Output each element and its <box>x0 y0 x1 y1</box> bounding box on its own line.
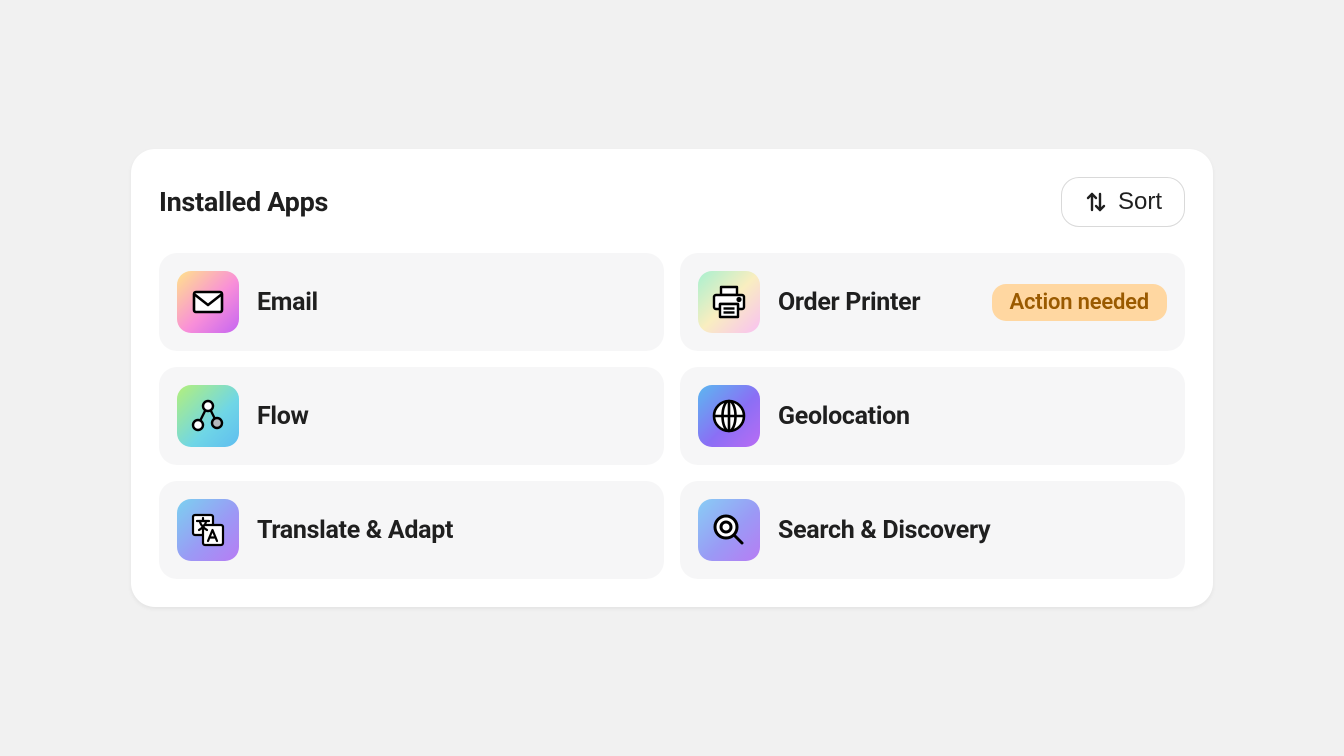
installed-apps-card: Installed Apps Sort Email <box>131 149 1213 607</box>
apps-grid: Email Order Printer Action needed <box>159 253 1185 579</box>
status-badge: Action needed <box>992 284 1167 321</box>
app-item-order-printer[interactable]: Order Printer Action needed <box>680 253 1185 351</box>
app-item-geolocation[interactable]: Geolocation <box>680 367 1185 465</box>
app-item-flow[interactable]: Flow <box>159 367 664 465</box>
app-item-search-discovery[interactable]: Search & Discovery <box>680 481 1185 579</box>
app-item-translate-adapt[interactable]: Translate & Adapt <box>159 481 664 579</box>
app-name: Email <box>257 288 646 317</box>
app-item-email[interactable]: Email <box>159 253 664 351</box>
globe-icon <box>698 385 760 447</box>
flow-icon <box>177 385 239 447</box>
app-name: Translate & Adapt <box>257 516 646 545</box>
email-icon <box>177 271 239 333</box>
sort-button-label: Sort <box>1118 188 1162 216</box>
sort-icon <box>1084 190 1108 214</box>
card-title: Installed Apps <box>159 186 328 218</box>
app-name: Geolocation <box>778 402 1167 431</box>
app-name: Search & Discovery <box>778 516 1167 545</box>
app-name: Flow <box>257 402 646 431</box>
search-icon <box>698 499 760 561</box>
sort-button[interactable]: Sort <box>1061 177 1185 227</box>
translate-icon <box>177 499 239 561</box>
card-header: Installed Apps Sort <box>159 177 1185 227</box>
printer-icon <box>698 271 760 333</box>
app-name: Order Printer <box>778 288 974 317</box>
